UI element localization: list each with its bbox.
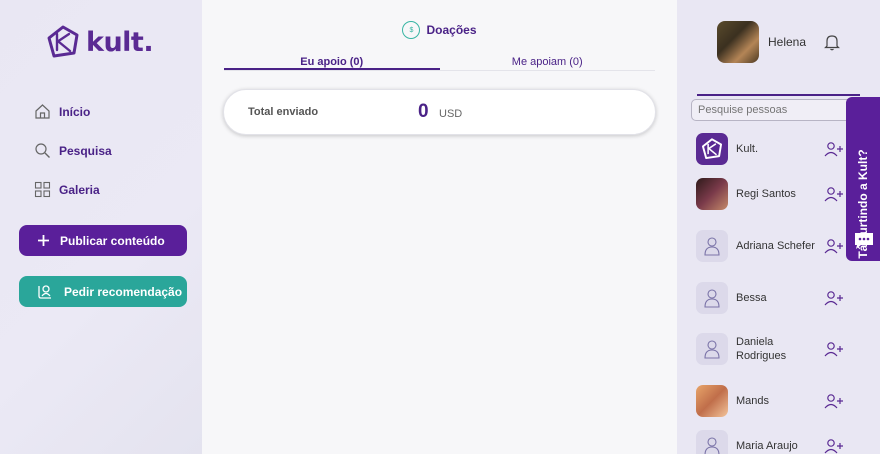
list-item[interactable]: Bessa (696, 282, 866, 314)
add-person-icon[interactable] (824, 438, 844, 454)
person-name: Adriana Schefer (736, 240, 815, 252)
list-item[interactable]: Maria Araujo (696, 430, 866, 454)
search-icon (35, 143, 50, 158)
nav-item-galeria[interactable]: Galeria (34, 181, 100, 198)
kult-logo-icon (47, 25, 79, 58)
donation-tabs: Eu apoio (0) Me apoiam (0) (224, 56, 655, 71)
page-title: Doações (426, 23, 477, 37)
avatar (696, 385, 728, 417)
add-person-icon[interactable] (824, 290, 844, 306)
nav-item-pesquisa[interactable]: Pesquisa (34, 142, 112, 159)
add-person-icon[interactable] (824, 393, 844, 409)
donations-header: $ Doações (202, 21, 677, 39)
tab-me-apoiam[interactable]: Me apoiam (0) (440, 56, 656, 70)
add-person-icon[interactable] (824, 238, 844, 254)
brand-name: kult. (86, 26, 154, 58)
avatar (696, 282, 728, 314)
recommendation-icon (38, 285, 51, 299)
publish-content-button[interactable]: Publicar conteúdo (19, 225, 187, 256)
person-name: Maria Araujo (736, 440, 798, 452)
avatar (696, 430, 728, 454)
person-name: Daniela Rodrigues (736, 336, 787, 362)
add-person-icon[interactable] (824, 186, 844, 202)
user-placeholder-icon (704, 437, 720, 454)
nav-label-galeria: Galeria (59, 182, 100, 197)
user-name: Helena (768, 35, 807, 49)
add-person-icon[interactable] (824, 341, 844, 357)
list-item[interactable]: Adriana Schefer (696, 230, 866, 262)
avatar (696, 333, 728, 365)
left-sidebar: kult. Início Pesquisa Galeria Publicar c… (0, 0, 202, 454)
nav-label-inicio: Início (59, 104, 91, 119)
request-recommendation-label: Pedir recomendação (64, 284, 183, 299)
kult-logo[interactable]: kult. (46, 25, 154, 59)
avatar (696, 230, 728, 262)
list-item[interactable]: Kult. (696, 133, 866, 165)
grid-icon (34, 181, 51, 198)
notification-bell-icon[interactable] (823, 33, 841, 51)
person-name: Kult. (736, 143, 759, 155)
donation-icon: $ (402, 21, 421, 39)
tab-eu-apoio[interactable]: Eu apoio (0) (224, 56, 440, 70)
nav-item-inicio[interactable]: Início (34, 103, 90, 120)
nav-label-pesquisa: Pesquisa (59, 143, 112, 158)
home-icon (35, 104, 50, 119)
user-placeholder-icon (704, 340, 720, 359)
kult-logo-icon (701, 138, 723, 160)
chat-icon (855, 233, 873, 249)
total-sent-value: 0 (418, 101, 429, 122)
donations-panel: $ Doações Eu apoio (0) Me apoiam (0) Tot… (202, 0, 677, 454)
person-name: Bessa (736, 292, 767, 304)
user-placeholder-icon (704, 289, 720, 308)
request-recommendation-button[interactable]: Pedir recomendação (19, 276, 187, 307)
total-sent-card: Total enviado 0 USD (223, 89, 656, 135)
person-name: Regi Santos (736, 188, 796, 200)
user-profile[interactable]: Helena (717, 21, 806, 63)
avatar (696, 178, 728, 210)
publish-content-label: Publicar conteúdo (60, 233, 165, 248)
person-name: Mands (736, 395, 770, 407)
add-person-icon[interactable] (824, 141, 844, 157)
currency-label: USD (439, 108, 463, 120)
plus-icon (38, 235, 49, 246)
search-people-input[interactable] (691, 99, 866, 121)
list-item[interactable]: Mands (696, 385, 866, 417)
feedback-tab[interactable]: Tá curtindo a Kult? (846, 97, 880, 261)
user-placeholder-icon (704, 237, 720, 256)
list-item[interactable]: Daniela Rodrigues (696, 333, 866, 365)
avatar (696, 133, 728, 165)
divider (697, 94, 860, 96)
list-item[interactable]: Regi Santos (696, 178, 866, 210)
user-avatar (717, 21, 759, 63)
total-sent-label: Total enviado (248, 106, 319, 118)
